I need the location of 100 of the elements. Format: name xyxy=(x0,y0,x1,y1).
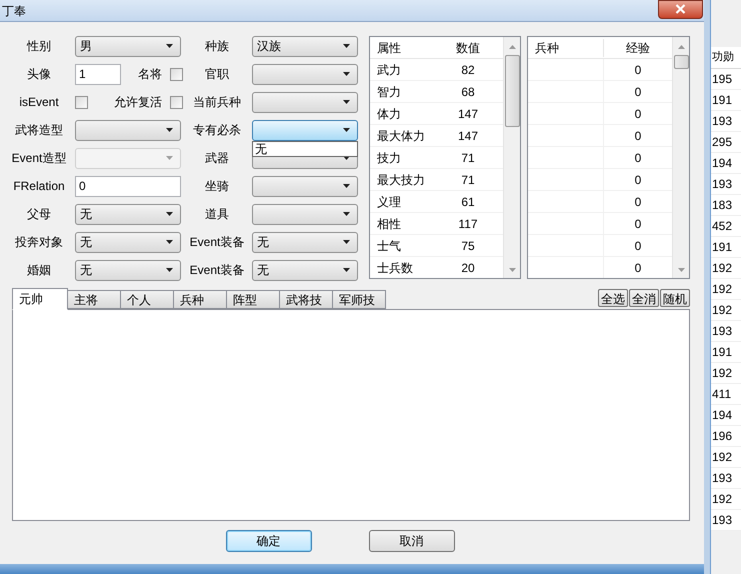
close-button[interactable] xyxy=(658,0,703,18)
dropdown[interactable] xyxy=(252,204,358,224)
scroll-down-icon[interactable] xyxy=(508,268,516,272)
dropdown[interactable]: 无 xyxy=(252,232,358,252)
table-cell-text: 192 xyxy=(711,449,732,466)
caret-icon xyxy=(166,128,173,132)
scroll-thumb[interactable] xyxy=(674,55,688,69)
table-cell-text: 最大技力 xyxy=(376,172,426,188)
scrollbar[interactable] xyxy=(672,37,689,278)
table-cell-text: 193 xyxy=(711,470,732,487)
tab[interactable]: 主将 xyxy=(67,290,121,309)
table-cell-text: 士气 xyxy=(376,238,402,254)
field-label: FRelation xyxy=(12,178,66,195)
table-cell-text: 193 xyxy=(711,176,732,193)
scroll-up-icon[interactable] xyxy=(508,45,516,49)
tab[interactable]: 个人 xyxy=(120,290,174,309)
table-cell-text: 196 xyxy=(711,428,732,445)
column-header[interactable]: 兵种 xyxy=(528,38,604,56)
field-label: 种族 xyxy=(204,38,230,55)
dialog-button[interactable]: 确定 xyxy=(226,530,312,552)
dropdown[interactable] xyxy=(252,176,358,196)
table-cell-text: 192 xyxy=(711,365,732,382)
table-cell-text: 技力 xyxy=(376,150,402,166)
action-button[interactable]: 全选 xyxy=(598,289,628,307)
tab[interactable]: 军师技 xyxy=(332,290,386,309)
text-field[interactable]: 1 xyxy=(75,64,121,84)
field-label: 允许复活 xyxy=(114,94,162,111)
caret-icon xyxy=(166,156,173,160)
field-label: 道具 xyxy=(204,206,230,223)
table-cell-text: 0 xyxy=(634,216,642,232)
table-cell-text: 192 xyxy=(711,260,732,277)
dropdown[interactable] xyxy=(252,120,358,140)
dropdown[interactable]: 无 xyxy=(75,260,181,280)
scrollbar[interactable] xyxy=(503,37,520,278)
table-cell-text: 192 xyxy=(711,281,732,298)
dropdown[interactable]: 无 xyxy=(252,260,358,280)
tab[interactable]: 武将技 xyxy=(279,290,333,309)
dialog-button[interactable]: 取消 xyxy=(368,530,454,552)
field-label: 坐骑 xyxy=(204,178,230,195)
dropdown[interactable]: 无 xyxy=(75,232,181,252)
checkbox[interactable] xyxy=(170,96,183,108)
column-header[interactable]: 数值 xyxy=(433,38,503,56)
caret-icon xyxy=(343,72,350,76)
table-cell-text: 71 xyxy=(460,150,476,166)
table-cell-text: 0 xyxy=(634,106,642,122)
table-cell-text: 相性 xyxy=(376,216,402,232)
caret-icon xyxy=(343,268,350,272)
action-button[interactable]: 全消 xyxy=(629,289,659,307)
field-label: 官职 xyxy=(204,66,230,83)
scroll-down-icon[interactable] xyxy=(678,268,684,272)
dropdown[interactable] xyxy=(252,64,358,84)
field-label: 头像 xyxy=(26,66,52,83)
table-cell-text: 71 xyxy=(460,172,476,188)
table-cell-text: 193 xyxy=(711,323,732,340)
table-cell-text: 191 xyxy=(711,344,732,361)
caret-icon xyxy=(166,212,173,216)
field-label: Event装备 xyxy=(188,234,246,251)
table-cell-text: 411 xyxy=(711,386,732,403)
field-label: 婚姻 xyxy=(26,262,52,279)
table-cell-text: 295 xyxy=(711,134,732,151)
table-cell-text: 147 xyxy=(456,106,480,122)
column-header[interactable]: 功勋 xyxy=(711,49,734,66)
table-cell-text: 191 xyxy=(711,92,732,109)
table-cell-text: 0 xyxy=(634,172,642,188)
table-cell-text: 义理 xyxy=(376,194,402,210)
dropdown-option[interactable]: 无 xyxy=(253,142,357,156)
caret-icon xyxy=(343,44,350,48)
checkbox[interactable] xyxy=(75,96,88,108)
dropdown[interactable]: 男 xyxy=(75,36,181,56)
dropdown[interactable]: 无 xyxy=(75,204,181,224)
scroll-thumb[interactable] xyxy=(504,55,520,127)
field-label: 当前兵种 xyxy=(192,94,242,111)
dropdown[interactable]: 汉族 xyxy=(252,36,358,56)
table-cell-text: 武力 xyxy=(376,62,402,78)
table-cell-text: 193 xyxy=(711,512,732,529)
field-label: isEvent xyxy=(18,94,60,111)
table-cell-text: 452 xyxy=(711,218,732,235)
table-cell-text: 192 xyxy=(711,302,732,319)
scroll-up-icon[interactable] xyxy=(678,45,684,49)
field-label: Event造型 xyxy=(10,150,68,167)
text-field[interactable]: 0 xyxy=(75,176,181,196)
dropdown[interactable] xyxy=(252,92,358,112)
table-cell-text: 0 xyxy=(634,260,642,276)
table-cell-text: 195 xyxy=(711,71,732,88)
tab[interactable]: 阵型 xyxy=(226,290,280,309)
tab[interactable]: 兵种 xyxy=(173,290,227,309)
column-header[interactable]: 属性 xyxy=(370,38,433,56)
table-cell-text: 20 xyxy=(460,260,476,276)
dropdown[interactable] xyxy=(75,120,181,140)
tab[interactable]: 元帅 xyxy=(12,288,68,310)
column-header[interactable]: 经验 xyxy=(604,38,672,56)
field-label: 专有必杀 xyxy=(192,122,242,139)
action-button[interactable]: 随机 xyxy=(660,289,690,307)
checkbox[interactable] xyxy=(170,68,183,80)
table-cell-text: 体力 xyxy=(376,106,402,122)
table-cell-text: 61 xyxy=(460,194,476,210)
close-icon xyxy=(675,4,686,14)
field-label: 性别 xyxy=(26,38,52,55)
caret-icon xyxy=(166,240,173,244)
table-cell-text: 0 xyxy=(634,128,642,144)
